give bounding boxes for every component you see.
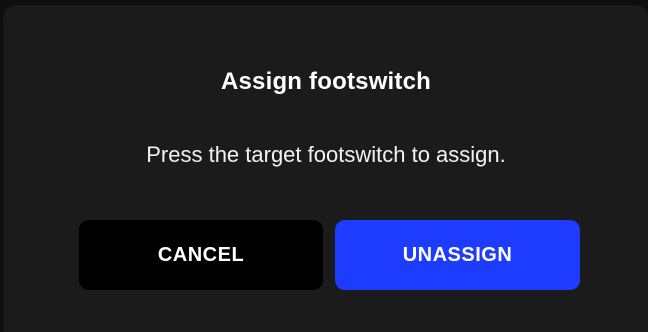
assign-footswitch-dialog: Assign footswitch Press the target foots… [4, 6, 648, 332]
cancel-button-label: CANCEL [157, 243, 245, 266]
cancel-button[interactable]: CANCEL [79, 220, 323, 290]
unassign-button[interactable]: UNASSIGN [335, 220, 580, 290]
unassign-button-label: UNASSIGN [402, 243, 513, 266]
dialog-title: Assign footswitch [220, 68, 432, 95]
dialog-message: Press the target footswitch to assign. [146, 142, 506, 167]
